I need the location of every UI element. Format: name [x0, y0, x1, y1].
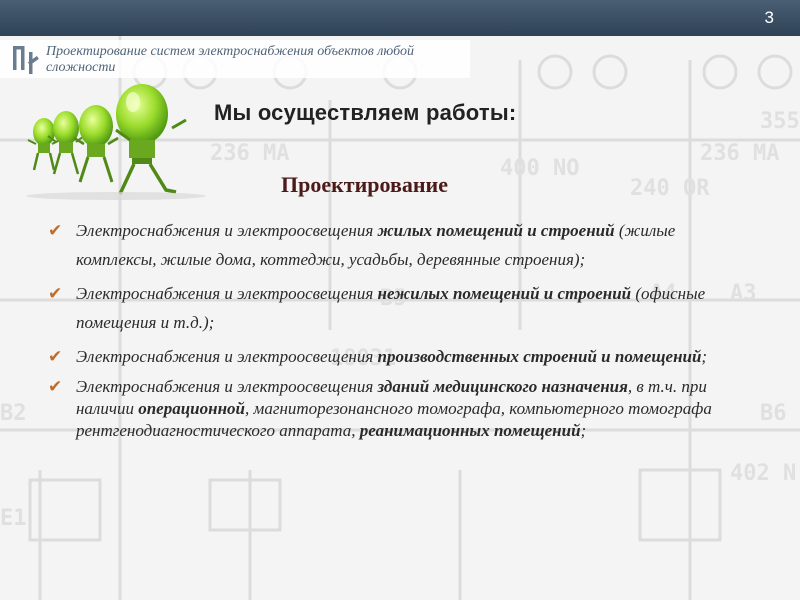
walking-lightbulbs-illustration: [26, 84, 206, 200]
svg-text:B6: B6: [760, 401, 787, 426]
header-bar: 3: [0, 0, 800, 36]
slide: 236 MA 400 NO 236 MA 240 OR 355 B5 A4 A3…: [0, 0, 800, 600]
svg-text:400 NO: 400 NO: [500, 156, 579, 181]
svg-text:236 MA: 236 MA: [210, 141, 289, 166]
checkmark-icon: ✔: [48, 221, 63, 241]
item-text: Электроснабжения и электроосвещения нежи…: [76, 284, 706, 332]
checkmark-icon: ✔: [48, 377, 63, 397]
list-item: ✔ Электроснабжения и электроосвещения не…: [48, 279, 748, 337]
list-item: ✔ Электроснабжения и электроосвещения пр…: [48, 342, 748, 371]
list-item: ✔ Электроснабжения и электроосвещения зд…: [48, 376, 748, 442]
item-text: Электроснабжения и электроосвещения жилы…: [76, 221, 676, 269]
item-text: Электроснабжения и электроосвещения здан…: [76, 377, 712, 440]
list-item: ✔ Электроснабжения и электроосвещения жи…: [48, 216, 748, 274]
work-list: ✔ Электроснабжения и электроосвещения жи…: [48, 216, 748, 447]
checkmark-icon: ✔: [48, 347, 63, 367]
svg-text:355: 355: [760, 109, 800, 134]
svg-text:236 MA: 236 MA: [700, 141, 779, 166]
svg-text:240 OR: 240 OR: [630, 176, 710, 201]
slide-number: 3: [764, 8, 774, 27]
item-text: Электроснабжения и электроосвещения прои…: [76, 347, 708, 366]
section-title: Проектирование: [281, 172, 448, 197]
svg-text:402 N: 402 N: [730, 461, 796, 486]
checkmark-icon: ✔: [48, 284, 63, 304]
svg-text:B2: B2: [0, 401, 27, 426]
page-heading: Мы осуществляем работы:: [214, 100, 517, 125]
svg-text:E1: E1: [0, 506, 27, 531]
